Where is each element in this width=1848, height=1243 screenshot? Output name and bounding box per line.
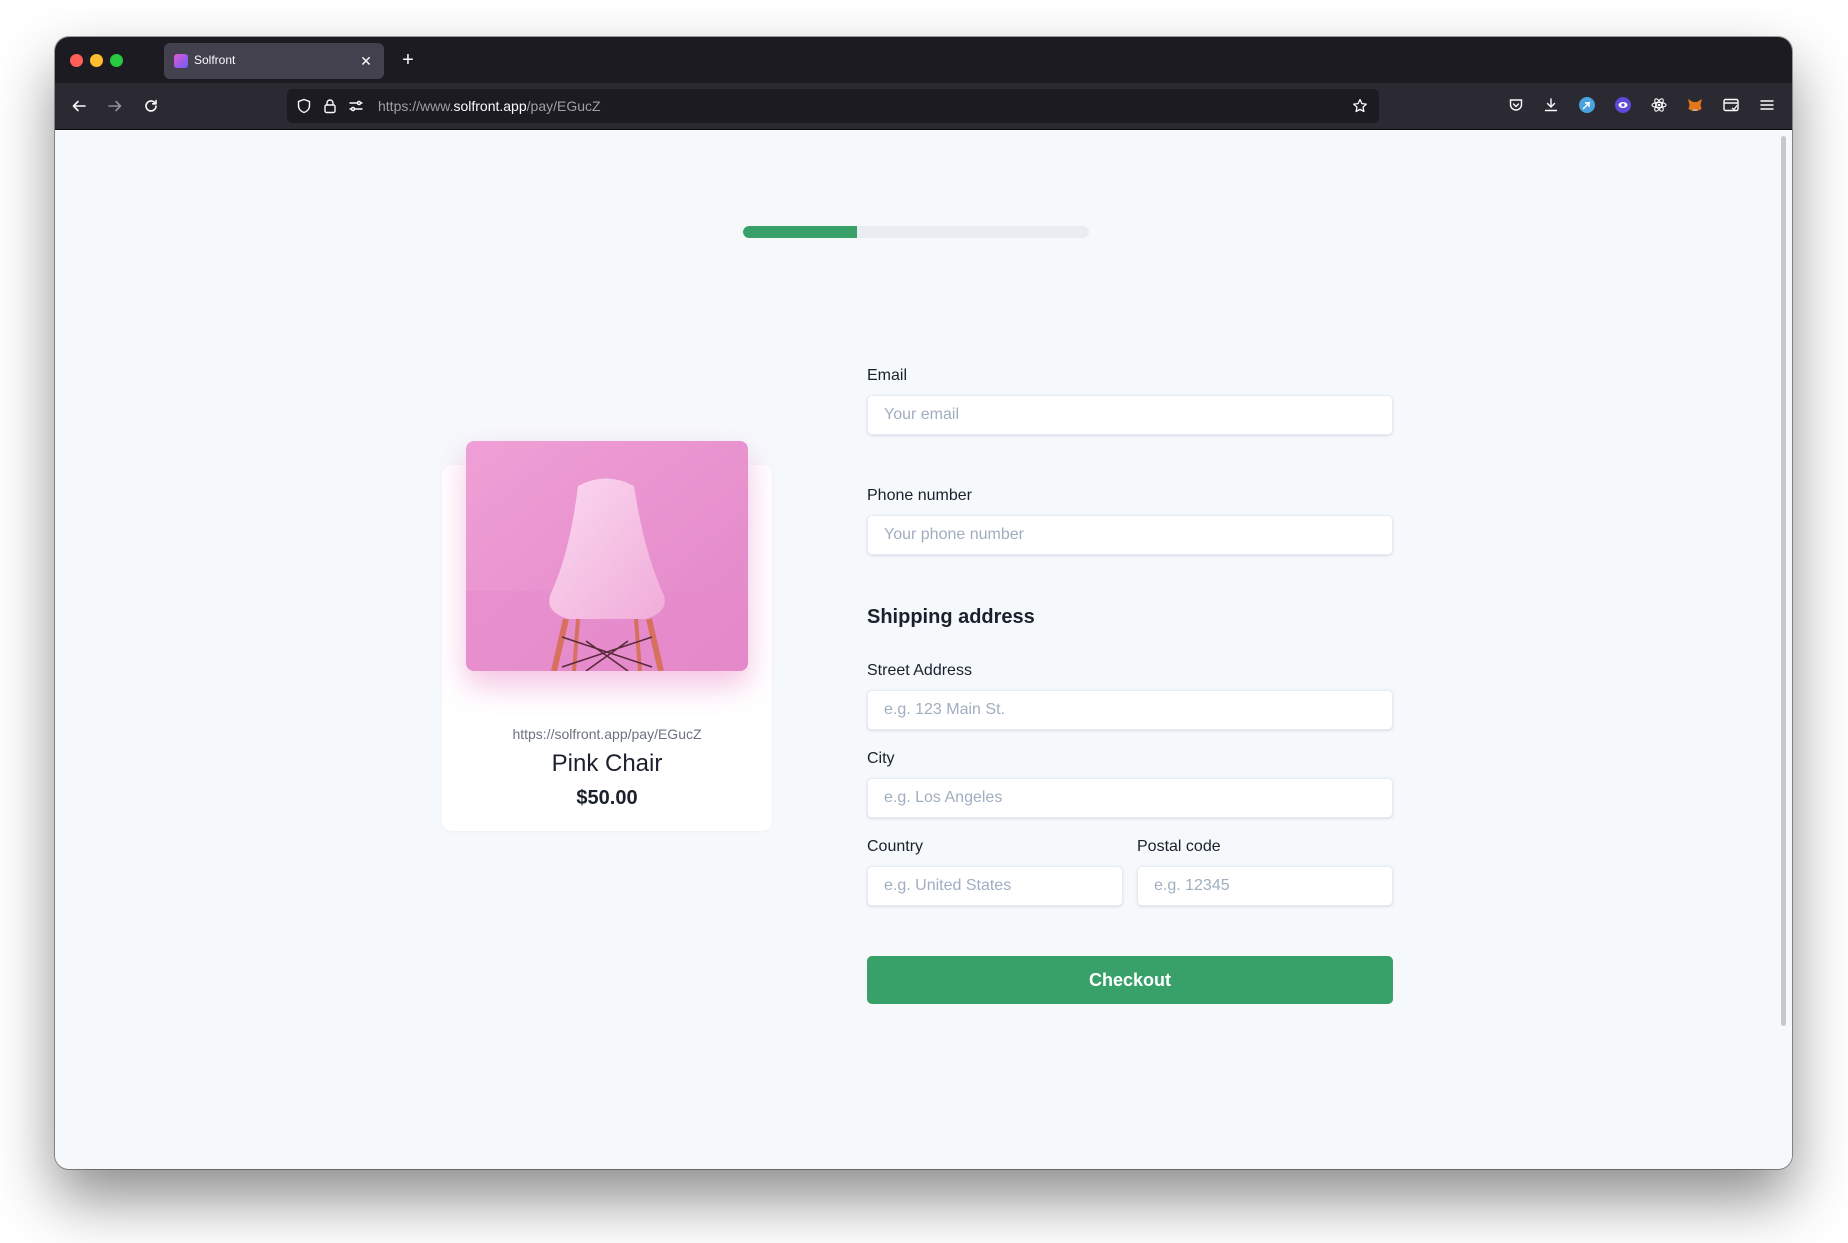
- forward-arrow-icon: [108, 100, 122, 112]
- tracking-protection-shield-icon[interactable]: [295, 97, 313, 115]
- url-text[interactable]: https://www.solfront.app/pay/EGucZ: [378, 98, 601, 114]
- navigation-toolbar: https://www.solfront.app/pay/EGucZ: [55, 83, 1792, 130]
- downloads-icon[interactable]: [1540, 94, 1562, 116]
- pocket-icon[interactable]: [1505, 94, 1527, 116]
- minimize-window-button[interactable]: [90, 54, 103, 67]
- city-field[interactable]: [867, 778, 1393, 818]
- product-link[interactable]: https://solfront.app/pay/EGucZ: [442, 726, 772, 742]
- extension-card-icon[interactable]: [1720, 94, 1742, 116]
- postal-code-label: Postal code: [1137, 838, 1221, 855]
- metamask-fox-icon[interactable]: [1684, 94, 1706, 116]
- postal-code-field[interactable]: [1137, 866, 1393, 906]
- shipping-address-heading: Shipping address: [867, 606, 1035, 628]
- lock-icon[interactable]: [321, 97, 339, 115]
- tab-strip: Solfront ✕ +: [55, 37, 1792, 83]
- reload-button[interactable]: [137, 92, 165, 120]
- url-domain: solfront.app: [453, 98, 527, 114]
- product-name: Pink Chair: [551, 750, 663, 777]
- email-label: Email: [867, 367, 908, 384]
- checkout-progress-bar: [743, 226, 1089, 238]
- url-prefix: https://www.: [378, 98, 454, 114]
- react-devtools-icon[interactable]: [1648, 94, 1670, 116]
- extension-eye-icon[interactable]: [1612, 94, 1634, 116]
- close-window-button[interactable]: [70, 54, 83, 67]
- browser-window: Solfront ✕ + https://www.solfront.app/pa…: [55, 37, 1792, 1169]
- solfront-favicon-icon: [174, 54, 188, 68]
- back-arrow-icon: [72, 100, 86, 112]
- vertical-scrollbar[interactable]: [1781, 136, 1786, 1026]
- bookmark-star-icon[interactable]: [1351, 97, 1369, 115]
- product-price: $50.00: [576, 787, 638, 809]
- forward-button[interactable]: [101, 92, 129, 120]
- street-address-label: Street Address: [867, 662, 972, 679]
- url-path: /pay/EGucZ: [526, 98, 601, 114]
- phone-label: Phone number: [867, 487, 972, 504]
- address-bar[interactable]: https://www.solfront.app/pay/EGucZ: [287, 89, 1379, 123]
- tab-title: Solfront: [194, 53, 236, 67]
- country-label: Country: [867, 838, 924, 855]
- tab-solfront[interactable]: Solfront ✕: [164, 43, 384, 79]
- menu-hamburger-icon[interactable]: [1756, 94, 1778, 116]
- phone-field[interactable]: [867, 515, 1393, 555]
- page-content: https://solfront.app/pay/EGucZ Pink Chai…: [55, 130, 1792, 1169]
- email-field[interactable]: [867, 395, 1393, 435]
- product-image: [466, 441, 748, 671]
- street-address-field[interactable]: [867, 690, 1393, 730]
- close-tab-icon[interactable]: ✕: [354, 49, 378, 73]
- city-label: City: [867, 750, 895, 767]
- extension-feather-icon[interactable]: [1576, 94, 1598, 116]
- permissions-icon[interactable]: [347, 97, 365, 115]
- new-tab-button[interactable]: +: [395, 47, 421, 73]
- back-button[interactable]: [65, 92, 93, 120]
- reload-icon: [145, 99, 157, 112]
- checkout-button[interactable]: Checkout: [867, 956, 1393, 1004]
- checkout-progress-fill: [743, 226, 858, 238]
- maximize-window-button[interactable]: [110, 54, 123, 67]
- country-field[interactable]: [867, 866, 1123, 906]
